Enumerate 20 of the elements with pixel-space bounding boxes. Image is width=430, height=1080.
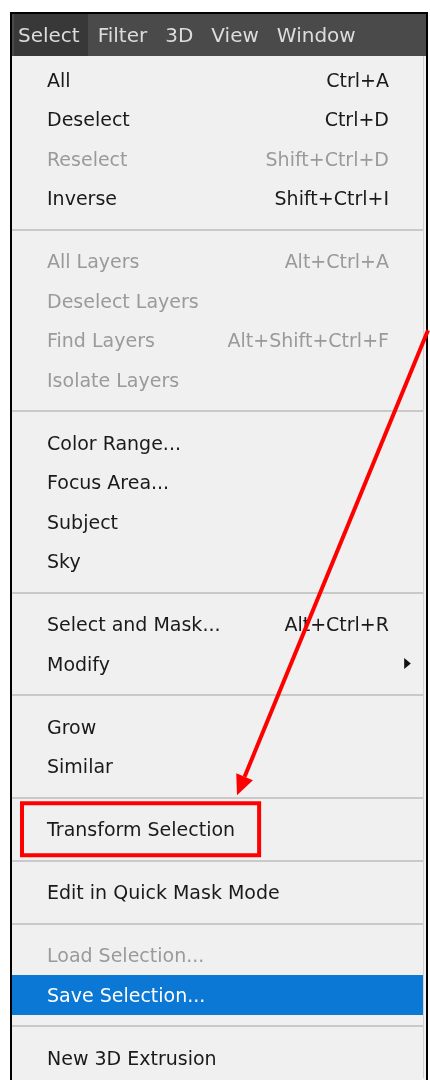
menu-item[interactable]: Color Range...: [12, 423, 423, 463]
menu-item[interactable]: All Ctrl+A: [12, 60, 423, 100]
menu-bar-item[interactable]: View: [207, 14, 267, 56]
menu-item[interactable]: Transform Selection: [12, 809, 423, 849]
submenu-arrow-icon: [404, 658, 411, 670]
menu-item[interactable]: Inverse Shift+Ctrl+I: [12, 178, 423, 218]
menu-bar-item[interactable]: Window: [272, 14, 364, 56]
menu-item[interactable]: Save Selection...: [12, 975, 423, 1015]
menu-bar-item[interactable]: Filter: [93, 14, 156, 56]
menu-item[interactable]: Subject: [12, 502, 423, 542]
menu-item[interactable]: New 3D Extrusion: [12, 1038, 423, 1078]
menu-bar-item[interactable]: 3D: [161, 14, 202, 56]
menu-item[interactable]: Grow: [12, 707, 423, 747]
menu-item[interactable]: Similar: [12, 746, 423, 786]
menu-item[interactable]: Focus Area...: [12, 462, 423, 502]
menu-item[interactable]: Modify: [12, 644, 423, 684]
menu-item[interactable]: Sky: [12, 541, 423, 581]
menu-item[interactable]: Deselect Ctrl+D: [12, 99, 423, 139]
menu-item[interactable]: Edit in Quick Mask Mode: [12, 872, 423, 912]
menu-bar-item[interactable]: Select: [14, 14, 88, 56]
